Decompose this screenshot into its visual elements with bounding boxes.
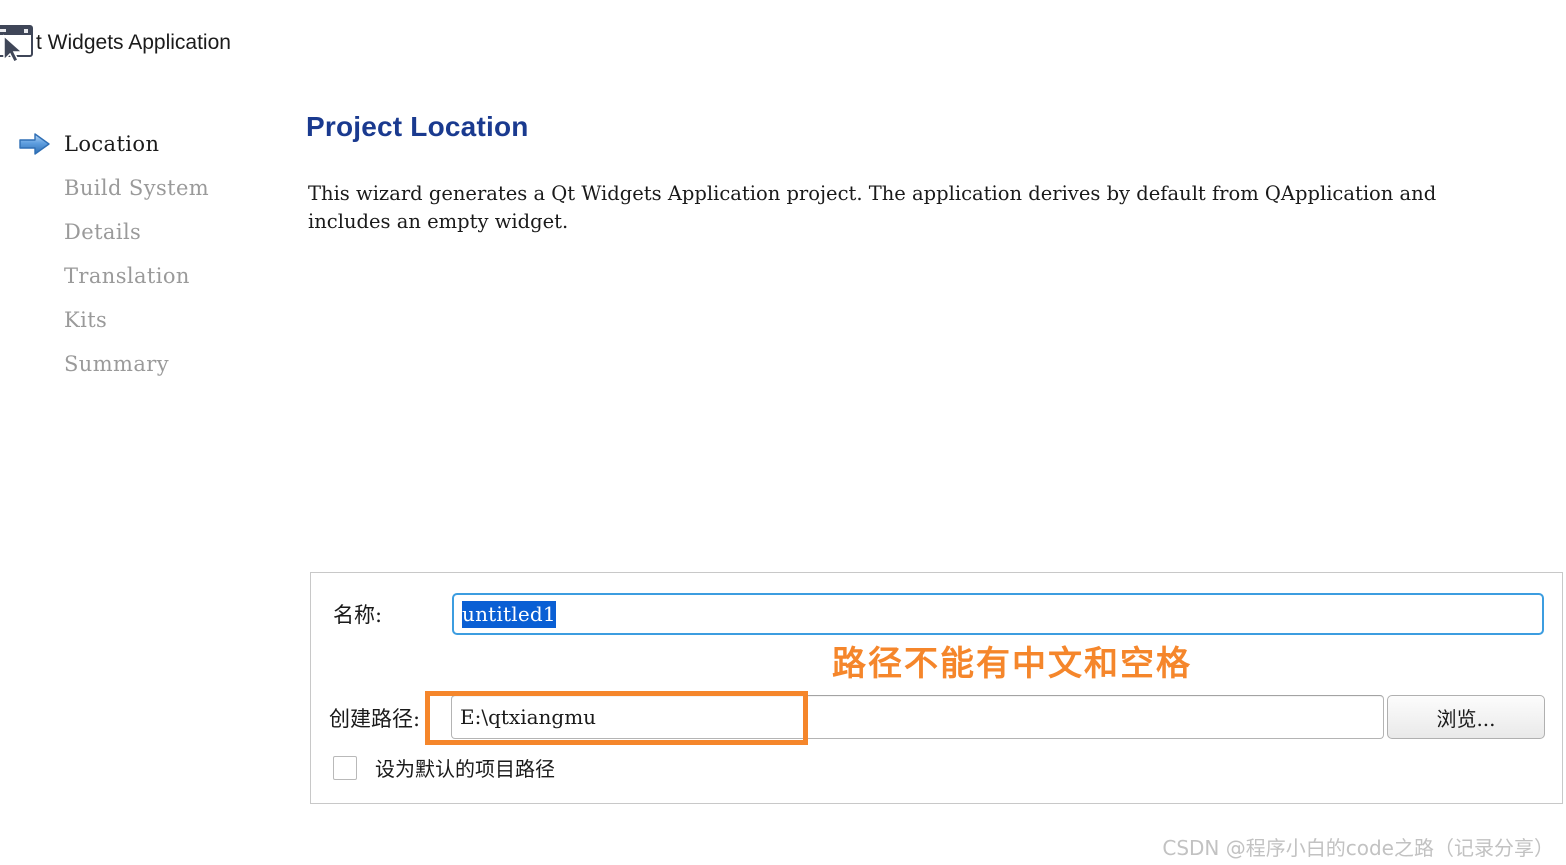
wizard-step-sidebar: Location Build System Details Translatio… [18, 122, 278, 386]
sidebar-item-build-system[interactable]: Build System [18, 166, 278, 210]
annotation-note-text: 路径不能有中文和空格 [832, 644, 1192, 684]
sidebar-item-translation[interactable]: Translation [18, 254, 278, 298]
project-location-form: 名称: untitled1 创建路径: E:\qtxiangmu 浏览... 设… [310, 572, 1563, 804]
default-path-checkbox-wrap[interactable]: 设为默认的项目路径 [333, 753, 555, 782]
sidebar-item-label: Build System [64, 176, 210, 200]
sidebar-item-details[interactable]: Details [18, 210, 278, 254]
page-title: Project Location [306, 110, 529, 142]
window-header: t Widgets Application [0, 25, 231, 64]
window-title: t Widgets Application [36, 31, 231, 54]
sidebar-item-summary[interactable]: Summary [18, 342, 278, 386]
project-path-row: 创建路径: E:\qtxiangmu 浏览... [311, 695, 1562, 739]
project-name-row: 名称: untitled1 [311, 593, 1562, 635]
browse-button[interactable]: 浏览... [1387, 695, 1545, 739]
page-description: This wizard generates a Qt Widgets Appli… [308, 181, 1437, 233]
watermark: CSDN @程序小白的code之路（记录分享） [1162, 836, 1554, 860]
default-path-checkbox[interactable] [333, 755, 357, 780]
sidebar-item-label: Details [64, 220, 142, 244]
sidebar-item-label: Location [64, 132, 160, 156]
project-path-label: 创建路径: [329, 707, 421, 731]
default-path-checkbox-label: 设为默认的项目路径 [375, 757, 555, 781]
blue-right-arrow-icon [18, 132, 52, 156]
sidebar-item-label: Summary [64, 352, 169, 376]
sidebar-item-label: Translation [64, 264, 190, 288]
project-name-value: untitled1 [462, 600, 556, 628]
project-name-label: 名称: [333, 603, 383, 627]
sidebar-item-kits[interactable]: Kits [18, 298, 278, 342]
window-cursor-icon [0, 22, 40, 64]
project-path-value: E:\qtxiangmu [460, 705, 597, 729]
project-name-input[interactable]: untitled1 [452, 593, 1544, 635]
default-path-row: 设为默认的项目路径 [311, 753, 1562, 783]
sidebar-item-location[interactable]: Location [18, 122, 278, 166]
project-path-input[interactable]: E:\qtxiangmu [451, 695, 1384, 739]
sidebar-item-label: Kits [64, 308, 108, 332]
